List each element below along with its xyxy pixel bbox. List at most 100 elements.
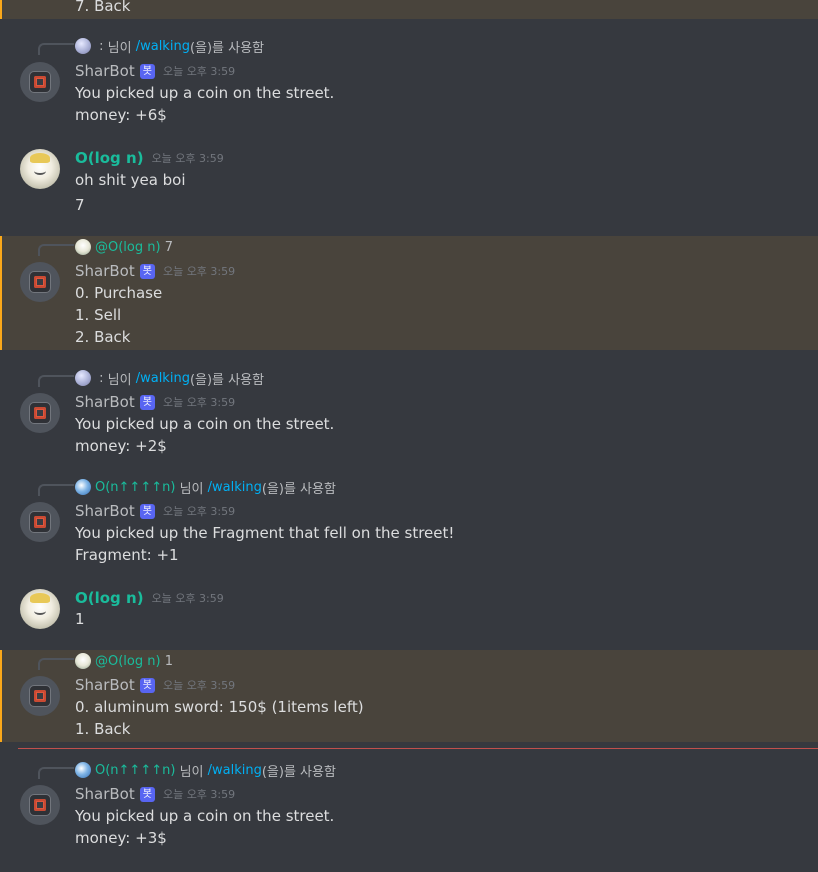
reply-suffix: 님이 <box>175 481 208 497</box>
reply-command[interactable]: /walking <box>208 480 262 495</box>
bot-avatar[interactable] <box>20 393 60 433</box>
chip-icon <box>29 511 51 533</box>
author-name[interactable]: SharBot <box>75 62 135 80</box>
timestamp[interactable]: 오늘 오후 3:59 <box>152 590 224 606</box>
bot-badge: 봇 <box>139 786 155 802</box>
message-line: 7 <box>75 196 85 214</box>
message-line: Fragment: +1 <box>75 546 179 564</box>
bot-avatar[interactable] <box>20 62 60 102</box>
reply-username: 님이 <box>107 40 132 56</box>
message-line: money: +3$ <box>75 829 167 847</box>
bot-avatar[interactable] <box>20 502 60 542</box>
author-name[interactable]: O(log n) <box>75 149 144 167</box>
message-line: 0. Purchase <box>75 284 163 302</box>
reply-text: (을)를 사용함 <box>189 372 265 388</box>
message-header: SharBot 봇 오늘 오후 3:59 <box>75 674 235 696</box>
message: O(log n) 오늘 오후 3:59 1 <box>0 586 818 642</box>
message-line: 1 <box>75 610 85 628</box>
message: : 님이 /walking (을)를 사용함 SharBot 봇 오늘 오후 3… <box>0 36 818 126</box>
chip-icon <box>29 271 51 293</box>
bot-avatar[interactable] <box>20 262 60 302</box>
message-line: money: +2$ <box>75 437 167 455</box>
reply-spine <box>38 767 74 779</box>
reply-username[interactable]: O(n↑↑↑↑n) <box>95 480 175 495</box>
reply-avatar-icon <box>75 479 91 495</box>
reply-text: 1 <box>160 653 173 669</box>
message-mention: @O(log n) 7 SharBot 봇 오늘 오후 3:59 0. Purc… <box>0 236 818 350</box>
reply-text: (을)를 사용함 <box>189 40 265 56</box>
timestamp[interactable]: 오늘 오후 3:59 <box>163 503 235 519</box>
message-header: SharBot 봇 오늘 오후 3:59 <box>75 783 235 805</box>
reply-avatar-icon <box>75 653 91 669</box>
message-line: You picked up a coin on the street. <box>75 84 335 102</box>
reply-command[interactable]: /walking <box>136 39 190 54</box>
message-header: SharBot 봇 오늘 오후 3:59 <box>75 60 235 82</box>
reply-suffix: 님이 <box>175 764 208 780</box>
timestamp[interactable]: 오늘 오후 3:59 <box>163 263 235 279</box>
reply-text: (을)를 사용함 <box>261 481 336 497</box>
message-header: O(log n) 오늘 오후 3:59 <box>75 147 224 169</box>
chip-icon <box>29 71 51 93</box>
reply-preview[interactable]: : 님이 /walking (을)를 사용함 <box>75 369 265 388</box>
message-mention: @O(log n) 1 SharBot 봇 오늘 오후 3:59 0. alum… <box>0 650 818 742</box>
reply-username: 님이 <box>107 372 132 388</box>
user-avatar[interactable] <box>20 589 60 629</box>
timestamp[interactable]: 오늘 오후 3:59 <box>152 150 224 166</box>
bot-badge: 봇 <box>139 677 155 693</box>
author-name[interactable]: SharBot <box>75 502 135 520</box>
reply-mention[interactable]: @O(log n) <box>95 654 161 669</box>
reply-preview[interactable]: @O(log n) 7 <box>75 238 173 256</box>
message-line: 1. Back <box>75 720 131 738</box>
reply-avatar-icon <box>75 370 91 386</box>
timestamp[interactable]: 오늘 오후 3:59 <box>163 677 235 693</box>
reply-text: 7 <box>160 239 173 255</box>
reply-username[interactable]: O(n↑↑↑↑n) <box>95 763 175 778</box>
reply-avatar-icon <box>75 239 91 255</box>
message-header: SharBot 봇 오늘 오후 3:59 <box>75 260 235 282</box>
reply-preview[interactable]: O(n↑↑↑↑n) 님이 /walking (을)를 사용함 <box>75 478 336 497</box>
author-name[interactable]: O(log n) <box>75 589 144 607</box>
message-line: money: +6$ <box>75 106 167 124</box>
author-name[interactable]: SharBot <box>75 393 135 411</box>
message-line: 2. Back <box>75 328 131 346</box>
reply-avatar-icon <box>75 762 91 778</box>
message-line: 0. aluminum sword: 150$ (1items left) <box>75 698 364 716</box>
reply-preview[interactable]: O(n↑↑↑↑n) 님이 /walking (을)를 사용함 <box>75 761 336 780</box>
message: O(n↑↑↑↑n) 님이 /walking (을)를 사용함 SharBot 봇… <box>0 476 818 566</box>
reply-spine <box>38 658 74 670</box>
reply-spine <box>38 375 74 387</box>
author-name[interactable]: SharBot <box>75 262 135 280</box>
author-name[interactable]: SharBot <box>75 676 135 694</box>
message: : 님이 /walking (을)를 사용함 SharBot 봇 오늘 오후 3… <box>0 367 818 457</box>
reply-preview[interactable]: @O(log n) 1 <box>75 652 173 670</box>
bot-badge: 봇 <box>139 263 155 279</box>
message-partial: 7. Back <box>0 0 818 19</box>
bot-avatar[interactable] <box>20 785 60 825</box>
reply-spine <box>38 484 74 496</box>
reply-text: (을)를 사용함 <box>261 764 336 780</box>
message-header: SharBot 봇 오늘 오후 3:59 <box>75 391 235 413</box>
reply-command[interactable]: /walking <box>136 371 190 386</box>
timestamp[interactable]: 오늘 오후 3:59 <box>163 63 235 79</box>
message-line: You picked up the Fragment that fell on … <box>75 524 455 542</box>
chip-icon <box>29 402 51 424</box>
reply-preview[interactable]: : 님이 /walking (을)를 사용함 <box>75 37 265 56</box>
message-line: 1. Sell <box>75 306 122 324</box>
reply-separator: : <box>95 38 108 54</box>
reply-command[interactable]: /walking <box>208 763 262 778</box>
user-avatar[interactable] <box>20 149 60 189</box>
author-name[interactable]: SharBot <box>75 785 135 803</box>
reply-avatar-icon <box>75 38 91 54</box>
bot-badge: 봇 <box>139 503 155 519</box>
bot-avatar[interactable] <box>20 676 60 716</box>
chip-icon <box>29 685 51 707</box>
bot-badge: 봇 <box>139 394 155 410</box>
message-line: oh shit yea boi <box>75 171 186 189</box>
reply-separator: : <box>95 370 108 386</box>
timestamp[interactable]: 오늘 오후 3:59 <box>163 786 235 802</box>
reply-mention[interactable]: @O(log n) <box>95 240 161 255</box>
message-header: O(log n) 오늘 오후 3:59 <box>75 587 224 609</box>
message: O(n↑↑↑↑n) 님이 /walking (을)를 사용함 SharBot 봇… <box>0 759 818 851</box>
timestamp[interactable]: 오늘 오후 3:59 <box>163 394 235 410</box>
message-line: You picked up a coin on the street. <box>75 415 335 433</box>
